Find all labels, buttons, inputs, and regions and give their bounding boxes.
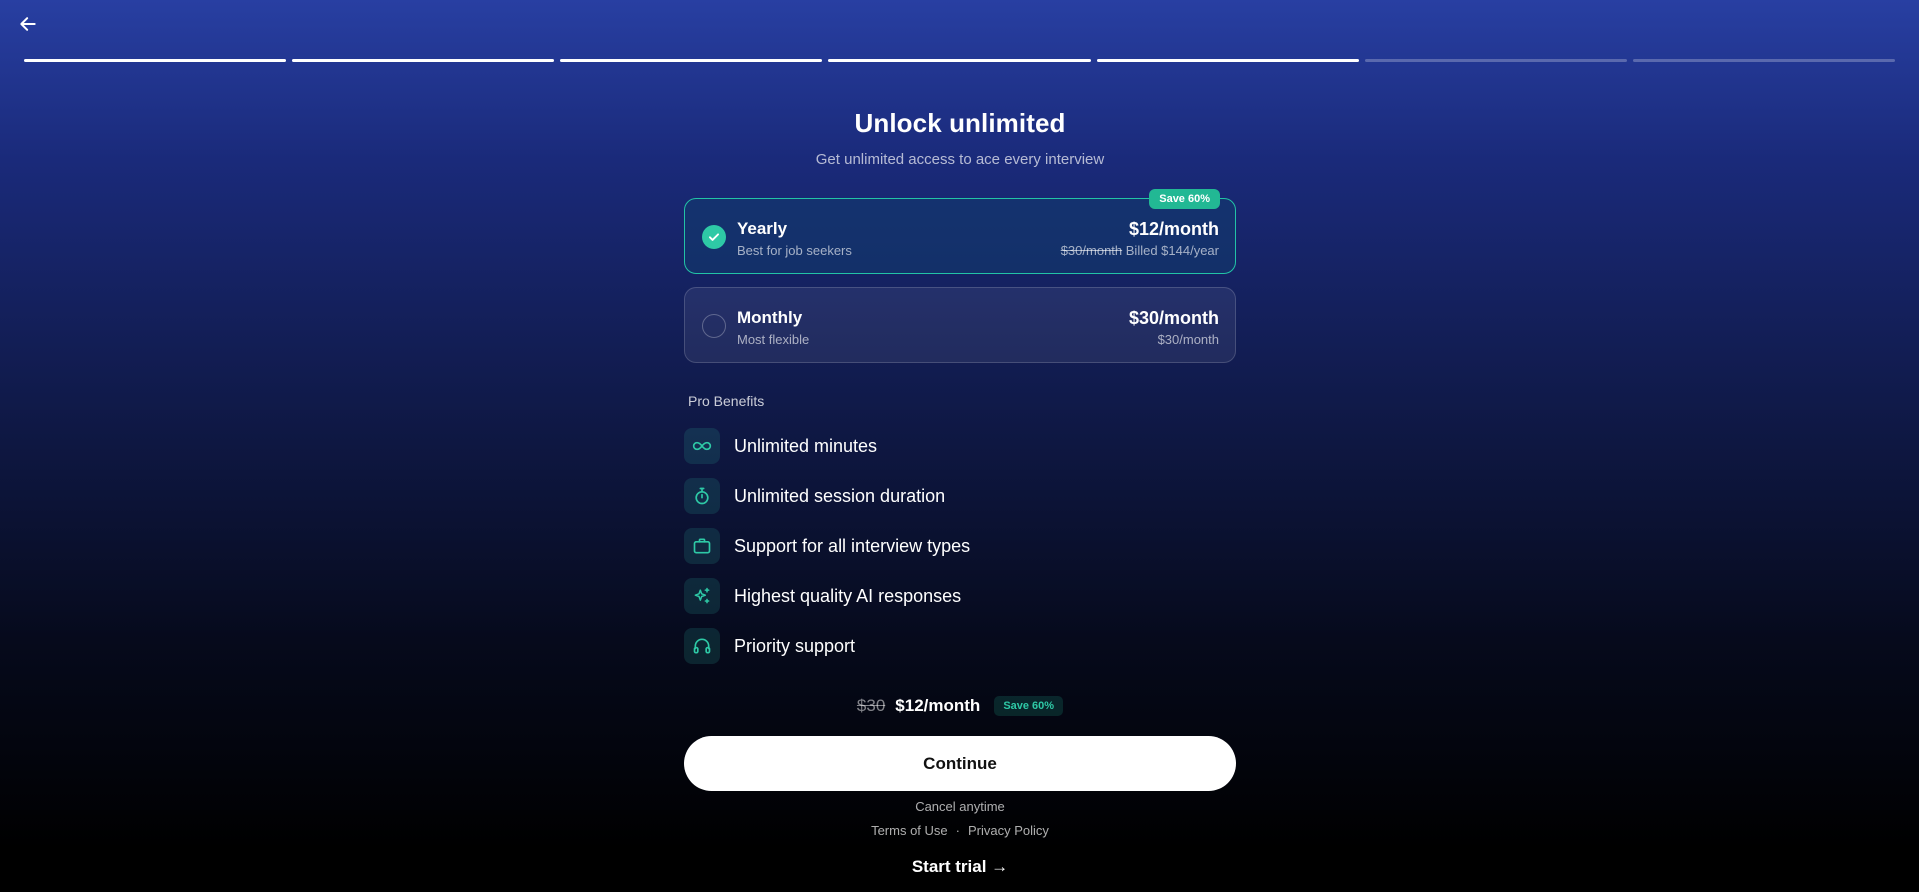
progress-step <box>1632 59 1895 62</box>
radio-icon <box>702 314 726 338</box>
plan-option-monthly[interactable]: Monthly Most flexible $30/month $30/mont… <box>684 287 1236 363</box>
progress-step <box>1364 59 1627 62</box>
infinity-icon <box>684 428 720 464</box>
benefit-item: Highest quality AI responses <box>684 578 961 614</box>
back-button[interactable] <box>16 12 40 36</box>
progress-step <box>1096 59 1359 62</box>
plan-description: Best for job seekers <box>737 243 852 258</box>
progress-step <box>292 59 555 62</box>
plan-billing: $30/month Billed $144/year <box>1061 243 1219 258</box>
plan-billing-text: Billed $144/year <box>1125 243 1219 258</box>
benefit-item: Priority support <box>684 628 855 664</box>
benefit-label: Unlimited minutes <box>734 435 878 456</box>
briefcase-icon <box>684 528 720 564</box>
privacy-link[interactable]: Privacy Policy <box>968 823 1049 838</box>
benefits-title: Pro Benefits <box>688 393 765 409</box>
benefit-label: Priority support <box>734 635 856 656</box>
cancel-note: Cancel anytime <box>915 799 1005 814</box>
benefit-item: Unlimited minutes <box>684 428 877 464</box>
legal-separator: · <box>955 823 960 838</box>
benefit-label: Support for all interview types <box>734 535 971 556</box>
progress-step <box>560 59 823 62</box>
plan-price: $12/month <box>1128 219 1219 239</box>
plan-option-yearly[interactable]: Save 60% Yearly Best for job seekers $12… <box>684 189 1236 274</box>
continue-button[interactable]: Continue <box>684 736 1236 791</box>
benefit-label: Unlimited session duration <box>734 485 946 506</box>
summary-old-price: $30 <box>856 696 886 715</box>
summary-new-price: $12/month <box>895 696 981 715</box>
selected-check-icon <box>702 225 726 249</box>
sparkles-icon <box>684 578 720 614</box>
page-title: Unlock unlimited <box>854 108 1066 138</box>
arrow-left-icon <box>20 17 36 31</box>
price-summary: $30 $12/month Save 60% <box>684 696 1236 716</box>
headset-icon <box>684 628 720 664</box>
benefit-label: Highest quality AI responses <box>734 585 962 606</box>
terms-link[interactable]: Terms of Use <box>871 823 948 838</box>
plan-name: Monthly <box>737 308 803 327</box>
benefit-item: Unlimited session duration <box>684 478 945 514</box>
plan-description: Most flexible <box>737 332 810 347</box>
progress-bar <box>24 59 1895 62</box>
plan-price: $30/month <box>1128 308 1219 328</box>
save-badge: Save 60% <box>1149 189 1220 209</box>
benefit-item: Support for all interview types <box>684 528 970 564</box>
progress-step <box>24 59 287 62</box>
legal-links: Terms of Use · Privacy Policy <box>684 823 1236 838</box>
stopwatch-icon <box>684 478 720 514</box>
plan-original-price: $30/month <box>1060 243 1123 258</box>
summary-save-badge: Save 60% <box>994 696 1064 716</box>
page-subtitle: Get unlimited access to ace every interv… <box>815 151 1105 168</box>
start-trial-link[interactable]: Start trial → <box>684 857 1236 877</box>
progress-step <box>828 59 1091 62</box>
plan-billing-text: $30/month <box>1157 332 1219 347</box>
plan-name: Yearly <box>737 219 788 238</box>
